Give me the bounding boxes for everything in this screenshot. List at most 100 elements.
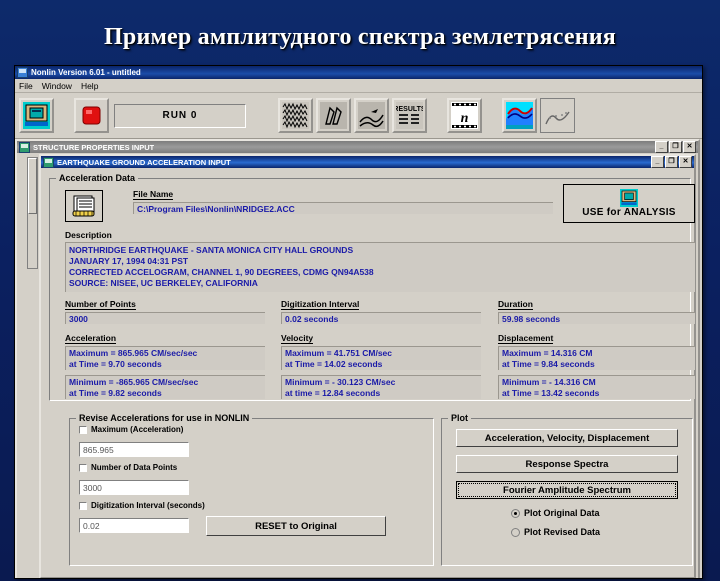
menu-help[interactable]: Help: [81, 81, 98, 91]
velocity-max-time: at Time = 14.02 seconds: [285, 359, 383, 369]
toolbar-structure-button[interactable]: [19, 98, 54, 133]
number-of-points-label: Number of Points: [65, 299, 136, 310]
digitization-interval-input[interactable]: 0.02: [79, 518, 189, 533]
main-window-title: Nonlin Version 6.01 - untitled: [31, 68, 141, 77]
structure-restore-button[interactable]: ❐: [669, 141, 682, 153]
displacement-min-value: Minimum = - 14.316 CM: [502, 377, 596, 387]
plot-revised-data-radio-row[interactable]: Plot Revised Data: [511, 527, 600, 537]
toolbar-accel-record-button[interactable]: [278, 98, 313, 133]
max-acceleration-checkbox-row[interactable]: Maximum (Acceleration): [79, 425, 183, 434]
velocity-min-block: Minimum = - 30.123 CM/sec at time = 12.8…: [281, 375, 481, 399]
document-icon: [72, 195, 95, 217]
earthquake-restore-button[interactable]: ❐: [665, 156, 678, 168]
description-line: JANUARY 17, 1994 04:31 PST: [69, 256, 189, 266]
description-line: NORTHRIDGE EARTHQUAKE - SANTA MONICA CIT…: [69, 245, 354, 255]
earthquake-window-titlebar: EARTHQUAKE GROUND ACCELERATION INPUT _ ❐…: [41, 156, 694, 168]
run-status-field: RUN 0: [114, 103, 246, 128]
plot-fourier-amplitude-spectrum-button[interactable]: Fourier Amplitude Spectrum: [456, 481, 678, 499]
toolbar-results-button[interactable]: RESULTS: [392, 98, 427, 133]
velocity-min-value: Minimum = - 30.123 CM/sec: [285, 377, 396, 387]
plot-original-data-label: Plot Original Data: [524, 508, 600, 518]
digitization-interval-checkbox[interactable]: [79, 501, 87, 510]
toolbar-hysteresis-button[interactable]: [316, 98, 351, 133]
number-of-points-value: 3000: [65, 312, 265, 324]
description-box: NORTHRIDGE EARTHQUAKE - SANTA MONICA CIT…: [65, 242, 695, 292]
mdi-client-area: STRUCTURE PROPERTIES INPUT _ ❐ ✕ EARTHQU…: [15, 139, 702, 578]
structure-window-titlebar: STRUCTURE PROPERTIES INPUT _ ❐ ✕: [17, 141, 698, 153]
structure-scrollbar-thumb[interactable]: [28, 158, 37, 214]
displacement-max-time: at Time = 9.84 seconds: [502, 359, 595, 369]
plot-revised-data-radio[interactable]: [511, 527, 520, 537]
use-for-analysis-icon: [620, 189, 638, 207]
acceleration-max-block: Maximum = 865.965 CM/sec/sec at Time = 9…: [65, 346, 265, 370]
structure-icon: [23, 102, 50, 129]
use-for-analysis-button[interactable]: USE for ANALYSIS: [563, 184, 695, 223]
nonlin-main-window: Nonlin Version 6.01 - untitled File Wind…: [14, 65, 703, 579]
max-acceleration-input[interactable]: 865.965: [79, 442, 189, 457]
toolbar-stop-button[interactable]: [74, 98, 109, 133]
description-line: CORRECTED ACCELOGRAM, CHANNEL 1, 90 DEGR…: [69, 267, 374, 277]
file-name-value: C:\Program Files\Nonlin\NRIDGE2.ACC: [133, 202, 553, 214]
toolbar-animation-button[interactable]: n: [447, 98, 482, 133]
number-of-data-points-checkbox-row[interactable]: Number of Data Points: [79, 463, 177, 472]
plot-original-data-radio[interactable]: [511, 508, 520, 518]
main-menubar: File Window Help: [15, 79, 702, 93]
menu-window[interactable]: Window: [42, 81, 72, 91]
acceleration-data-legend: Acceleration Data: [56, 173, 139, 183]
digitization-interval-checkbox-row[interactable]: Digitization Interval (seconds): [79, 501, 205, 510]
acceleration-min-value: Minimum = -865.965 CM/sec/sec: [69, 377, 199, 387]
number-of-data-points-input[interactable]: 3000: [79, 480, 189, 495]
acceleration-max-time: at Time = 9.70 seconds: [69, 359, 162, 369]
plot-original-data-radio-row[interactable]: Plot Original Data: [511, 508, 600, 518]
app-icon: [17, 67, 28, 78]
toolbar-spectrum-color-button[interactable]: [502, 98, 537, 133]
structure-window-icon: [19, 141, 30, 153]
velocity-max-value: Maximum = 41.751 CM/sec: [285, 348, 393, 358]
time-history-icon: [358, 102, 385, 129]
reset-to-original-button[interactable]: RESET to Original: [206, 516, 386, 536]
displacement-max-block: Maximum = 14.316 CM at Time = 9.84 secon…: [498, 346, 695, 370]
toolbar-response-spectra-button[interactable]: [540, 98, 575, 133]
menu-file[interactable]: File: [19, 81, 33, 91]
displacement-label: Displacement: [498, 333, 554, 344]
earthquake-close-button[interactable]: ✕: [679, 156, 692, 168]
results-icon: RESULTS: [396, 102, 423, 129]
svg-text:RESULTS: RESULTS: [396, 106, 423, 113]
digitization-interval-value: 0.02 seconds: [281, 312, 481, 324]
digitization-interval-revise-label: Digitization Interval (seconds): [91, 501, 205, 510]
digitization-interval-label: Digitization Interval: [281, 299, 360, 310]
hysteresis-icon: [320, 102, 347, 129]
earthquake-input-window: EARTHQUAKE GROUND ACCELERATION INPUT _ ❐…: [39, 154, 696, 578]
file-icon-button[interactable]: [65, 190, 103, 222]
description-label: Description: [65, 230, 112, 240]
revise-accelerations-legend: Revise Accelerations for use in NONLIN: [76, 413, 253, 423]
slide-background: Пример амплитудного спектра землетрясени…: [0, 0, 720, 581]
displacement-min-time: at Time = 13.42 seconds: [502, 388, 600, 398]
response-spectra-icon: [544, 102, 571, 129]
structure-minimize-button[interactable]: _: [655, 141, 668, 153]
velocity-max-block: Maximum = 41.751 CM/sec at Time = 14.02 …: [281, 346, 481, 370]
number-of-data-points-label: Number of Data Points: [91, 463, 178, 472]
page-title: Пример амплитудного спектра землетрясени…: [104, 24, 616, 50]
toolbar-time-history-button[interactable]: [354, 98, 389, 133]
main-toolbar: RUN 0 ESULT n: [15, 93, 702, 139]
structure-vertical-scrollbar[interactable]: [27, 157, 38, 269]
structure-close-button[interactable]: ✕: [683, 141, 696, 153]
velocity-min-time: at time = 12.84 seconds: [285, 388, 381, 398]
duration-value: 59.98 seconds: [498, 312, 695, 324]
acceleration-max-value: Maximum = 865.965 CM/sec/sec: [69, 348, 198, 358]
earthquake-window-title: EARTHQUAKE GROUND ACCELERATION INPUT: [57, 157, 231, 167]
number-of-data-points-checkbox[interactable]: [79, 463, 87, 472]
earthquake-minimize-button[interactable]: _: [651, 156, 664, 168]
plot-avd-button[interactable]: Acceleration, Velocity, Displacement: [456, 429, 678, 447]
earthquake-window-icon: [43, 156, 54, 168]
file-name-label: File Name: [133, 189, 174, 200]
max-acceleration-checkbox[interactable]: [79, 425, 87, 434]
plot-response-spectra-button[interactable]: Response Spectra: [456, 455, 678, 473]
acceleration-label: Acceleration: [65, 333, 117, 344]
acceleration-record-icon: [282, 102, 309, 129]
description-line: SOURCE: NISEE, UC BERKELEY, CALIFORNIA: [69, 278, 258, 288]
svg-text:n: n: [461, 111, 469, 126]
displacement-min-block: Minimum = - 14.316 CM at Time = 13.42 se…: [498, 375, 695, 399]
duration-label: Duration: [498, 299, 533, 310]
